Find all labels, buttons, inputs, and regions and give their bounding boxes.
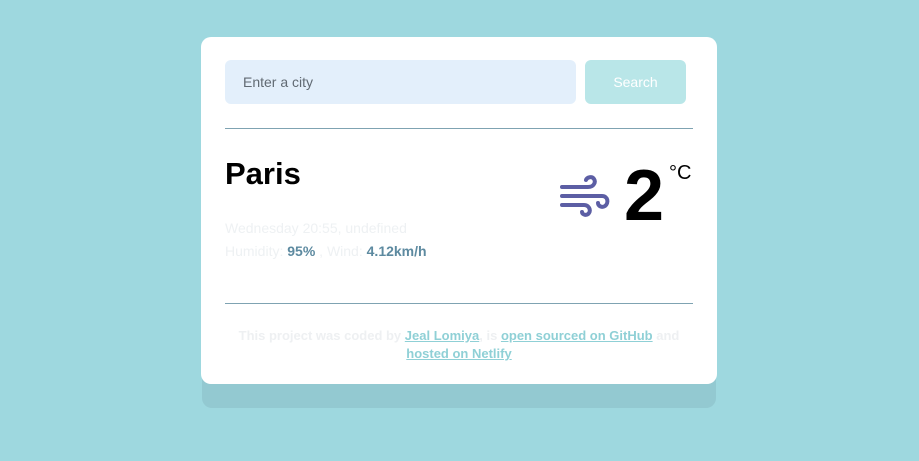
humidity-wind-line: Humidity: 95% , Wind: 4.12km/h xyxy=(225,240,427,263)
humidity-value: 95% xyxy=(287,243,316,259)
footer-text-3: and xyxy=(656,328,680,343)
humidity-label: Humidity: xyxy=(225,243,284,259)
city-name: Paris xyxy=(225,156,301,191)
bottom-divider xyxy=(225,303,693,304)
top-divider xyxy=(225,128,693,129)
city-search-input[interactable] xyxy=(225,60,576,104)
weather-details: Wednesday 20:55, undefined Humidity: 95%… xyxy=(225,217,427,263)
netlify-link[interactable]: hosted on Netlify xyxy=(406,346,511,361)
footer-text-1: This project was coded by xyxy=(238,328,402,343)
temperature-value: 2 xyxy=(624,156,665,236)
github-link[interactable]: open sourced on GitHub xyxy=(501,328,653,343)
search-button[interactable]: Search xyxy=(585,60,686,104)
wind-value: 4.12km/h xyxy=(366,243,427,259)
author-link[interactable]: Jeal Lomiya xyxy=(405,328,479,343)
weather-card: Search Paris Wednesday 20:55, undefined … xyxy=(201,37,717,384)
temperature-unit[interactable]: °C xyxy=(669,163,691,183)
footer-text-2: , is xyxy=(479,328,498,343)
footer: This project was coded by Jeal Lomiya, i… xyxy=(225,327,693,363)
date-time: Wednesday 20:55, undefined xyxy=(225,220,407,236)
wind-icon xyxy=(560,175,610,217)
wind-label: , Wind: xyxy=(319,243,363,259)
